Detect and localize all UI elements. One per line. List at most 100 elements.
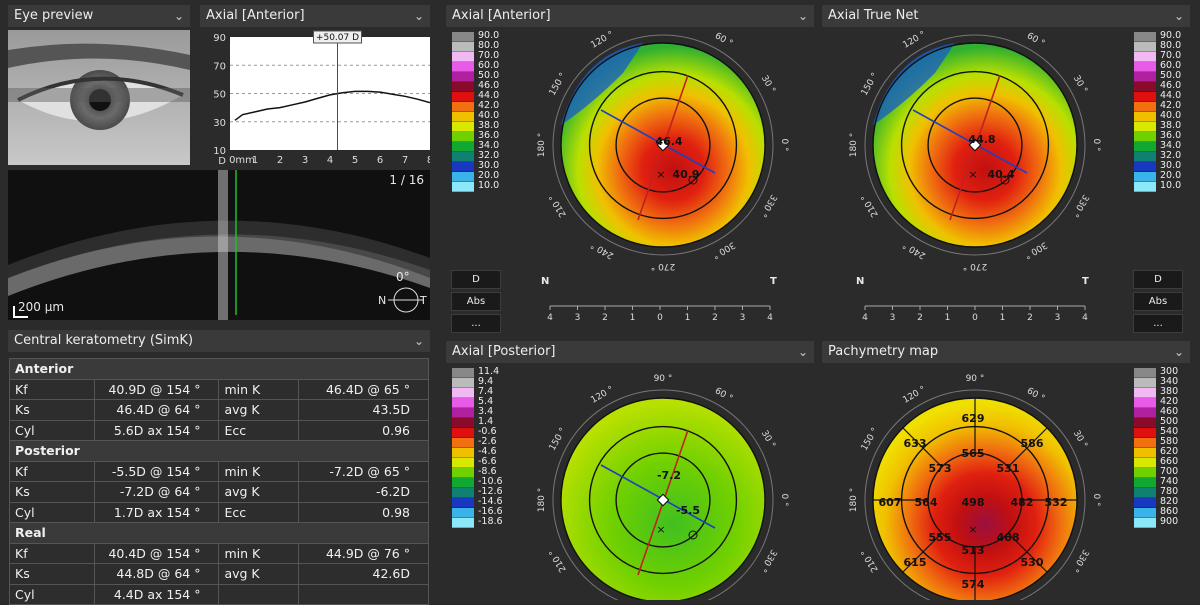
scale-swatch <box>452 388 474 398</box>
y-tick-label: 30 <box>213 118 226 129</box>
row-label: Kf <box>9 378 95 400</box>
row-value: -6.2D <box>298 481 429 503</box>
scale-value: 900 <box>1160 516 1179 527</box>
d-button[interactable]: D <box>1133 270 1183 289</box>
row-label: min K <box>218 542 300 564</box>
oct-n-label: N <box>378 294 387 307</box>
row-value: 46.4D @ 65 ° <box>298 378 429 400</box>
scale-swatch <box>452 82 474 92</box>
scale-swatch <box>452 438 474 448</box>
chevron-down-icon[interactable]: ⌄ <box>414 330 424 352</box>
scale-swatch <box>1134 122 1156 132</box>
scale-swatch <box>1134 42 1156 52</box>
row-label: Ks <box>9 399 95 421</box>
map-title: Axial [Posterior] <box>452 344 556 359</box>
scale-swatch <box>1134 142 1156 152</box>
scale-swatch <box>452 32 474 42</box>
chevron-down-icon[interactable]: ⌄ <box>798 341 808 363</box>
row-label: Kf <box>9 542 95 564</box>
map-title: Axial [Anterior] <box>452 8 551 23</box>
scale-swatch <box>1134 32 1156 42</box>
map-header[interactable]: Axial [Posterior] ⌄ <box>446 341 814 363</box>
row-label: avg K <box>218 399 300 421</box>
scale-swatch <box>1134 368 1156 378</box>
scale-swatch <box>452 428 474 438</box>
scale-swatch <box>452 398 474 408</box>
chevron-down-icon[interactable]: ⌄ <box>1174 5 1184 27</box>
scale-swatch <box>1134 488 1156 498</box>
scale-swatch <box>1134 498 1156 508</box>
row-label: avg K <box>218 563 300 585</box>
more-button[interactable]: ... <box>451 314 501 333</box>
row-value: 5.6D ax 154 ° <box>93 419 220 441</box>
section-row: Posterior <box>9 440 429 462</box>
chevron-down-icon[interactable]: ⌄ <box>1174 341 1184 363</box>
keratometry-header[interactable]: Central keratometry (SimK) ⌄ <box>8 330 430 352</box>
scale-swatch <box>452 182 474 192</box>
scale-swatch <box>452 132 474 142</box>
y-tick-label: 50 <box>213 90 226 101</box>
scale-swatch <box>1134 62 1156 72</box>
map-header[interactable]: Axial True Net ⌄ <box>822 5 1190 27</box>
chevron-down-icon[interactable]: ⌄ <box>798 5 808 27</box>
nasal-label: N <box>856 276 865 287</box>
scale-swatch <box>452 72 474 82</box>
scale-swatch <box>452 448 474 458</box>
scale-swatch <box>1134 398 1156 408</box>
oct-panel: 1 / 16 200 µm 0° N T <box>8 170 430 320</box>
map-header[interactable]: Axial [Anterior] ⌄ <box>446 5 814 27</box>
scale-swatch <box>452 518 474 528</box>
row-label: Ecc <box>218 419 300 441</box>
scale-swatch <box>1134 508 1156 518</box>
y-tick-label: 70 <box>213 61 226 72</box>
chevron-down-icon[interactable]: ⌄ <box>414 5 424 27</box>
table-row: Ks -7.2D @ 64 ° avg K -6.2D <box>9 481 429 503</box>
x-tick-label: 4 <box>327 155 333 166</box>
row-label: Cyl <box>9 501 95 523</box>
table-row: Kf 40.4D @ 154 ° min K 44.9D @ 76 ° <box>9 542 429 564</box>
color-scale <box>452 32 474 192</box>
color-scale-values: 11.4 9.4 7.4 5.4 3.4 1.4 -0.6 -2.6 -4.6 -6.6 -8.6-… <box>478 367 503 527</box>
scale-swatch <box>452 418 474 428</box>
row-value: 0.96 <box>298 419 429 441</box>
eye-preview-header[interactable]: Eye preview ⌄ <box>8 5 190 27</box>
row-label: Ks <box>9 481 95 503</box>
row-label: avg K <box>218 481 300 503</box>
oct-scale-label: 200 µm <box>18 300 65 314</box>
more-button[interactable]: ... <box>1133 314 1183 333</box>
abs-button[interactable]: Abs <box>1133 292 1183 311</box>
axial-profile-header[interactable]: Axial [Anterior] ⌄ <box>200 5 430 27</box>
scale-swatch <box>452 92 474 102</box>
row-label: Cyl <box>9 583 95 605</box>
table-row: Ks 44.8D @ 64 ° avg K 42.6D <box>9 563 429 585</box>
y-unit-label: D <box>218 156 226 167</box>
row-label: Kf <box>9 460 95 482</box>
color-scale-values: 90.0 80.0 70.0 60.0 50.0 46.0 44.0 42.0 40.0 38.0… <box>478 31 499 191</box>
scale-swatch <box>1134 428 1156 438</box>
section-title: Real <box>9 522 429 544</box>
row-value: 0.98 <box>298 501 429 523</box>
row-value: 44.9D @ 76 ° <box>298 542 429 564</box>
row-value <box>298 583 429 605</box>
x-tick-label: 6 <box>377 155 383 166</box>
temporal-label: T <box>770 276 777 287</box>
abs-button[interactable]: Abs <box>451 292 501 311</box>
scale-swatch <box>1134 388 1156 398</box>
scale-swatch <box>452 508 474 518</box>
axial-profile-panel: Axial [Anterior]⌄ 9070503010D0mm12345678… <box>200 5 430 167</box>
d-button[interactable]: D <box>451 270 501 289</box>
table-row: Cyl 5.6D ax 154 ° Ecc 0.96 <box>9 419 429 441</box>
color-scale <box>452 368 474 528</box>
oct-t-label: T <box>420 294 427 307</box>
scale-swatch <box>452 102 474 112</box>
map-header[interactable]: Pachymetry map ⌄ <box>822 341 1190 363</box>
chevron-down-icon[interactable]: ⌄ <box>174 5 184 27</box>
scale-swatch <box>452 142 474 152</box>
section-row: Real <box>9 522 429 544</box>
table-row: Cyl 1.7D ax 154 ° Ecc 0.98 <box>9 501 429 523</box>
scale-swatch <box>452 172 474 182</box>
scale-swatch <box>452 62 474 72</box>
axial-profile-chart: 9070503010D0mm12345678+50.07 D <box>213 30 430 167</box>
eye-image <box>8 30 190 165</box>
x-tick-label: 3 <box>302 155 308 166</box>
